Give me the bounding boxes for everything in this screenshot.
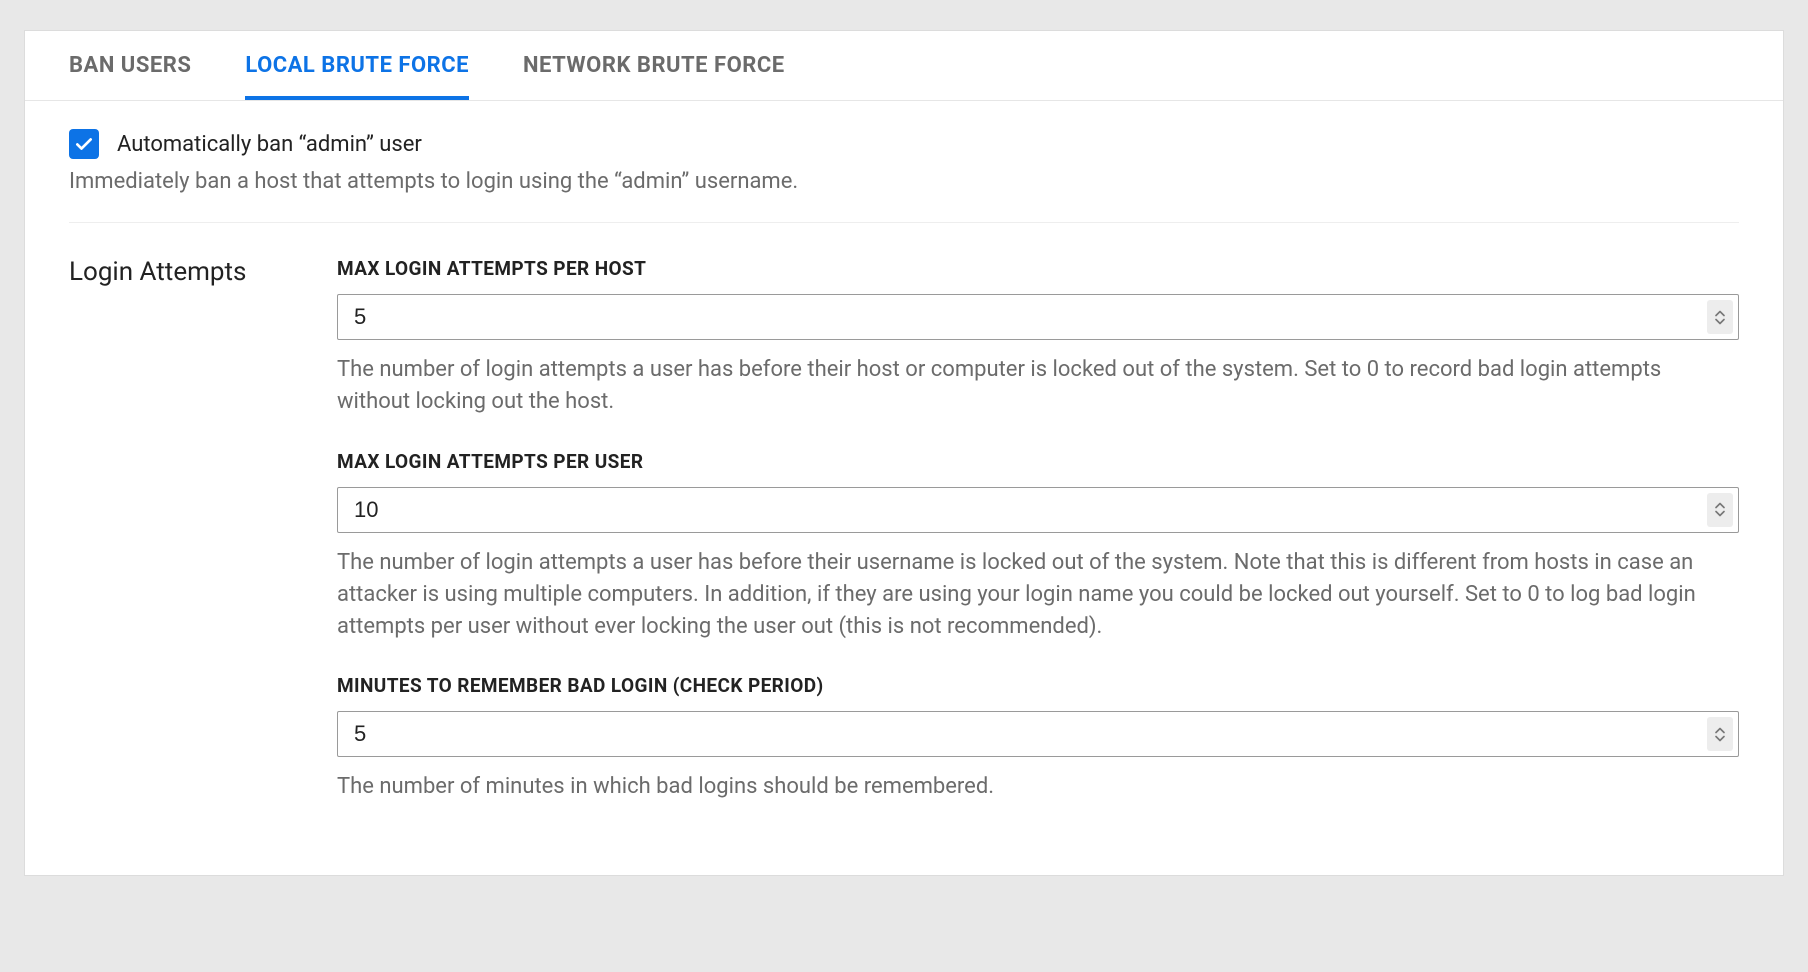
chevron-up-icon: [1715, 502, 1725, 509]
tab-network-brute-force[interactable]: NETWORK BRUTE FORCE: [523, 31, 785, 100]
minutes-remember-input[interactable]: [337, 711, 1739, 757]
stepper-control[interactable]: [1707, 717, 1733, 751]
login-attempts-section: Login Attempts MAX LOGIN ATTEMPTS PER HO…: [69, 257, 1739, 835]
field-description: The number of login attempts a user has …: [337, 547, 1739, 643]
stepper-control[interactable]: [1707, 300, 1733, 334]
auto-ban-label: Automatically ban “admin” user: [117, 132, 422, 157]
field-minutes-remember: MINUTES TO REMEMBER BAD LOGIN (CHECK PER…: [337, 674, 1739, 803]
chevron-down-icon: [1715, 735, 1725, 742]
max-per-host-input[interactable]: [337, 294, 1739, 340]
minutes-remember-stepper: [337, 711, 1739, 757]
divider: [69, 222, 1739, 223]
field-max-per-host: MAX LOGIN ATTEMPTS PER HOST The number o…: [337, 257, 1739, 418]
field-label: MAX LOGIN ATTEMPTS PER USER: [337, 450, 1739, 473]
chevron-up-icon: [1715, 310, 1725, 317]
field-description: The number of login attempts a user has …: [337, 354, 1739, 418]
field-label: MAX LOGIN ATTEMPTS PER HOST: [337, 257, 1739, 280]
tab-content: Automatically ban “admin” user Immediate…: [25, 101, 1783, 875]
max-per-host-stepper: [337, 294, 1739, 340]
chevron-down-icon: [1715, 510, 1725, 517]
max-per-user-input[interactable]: [337, 487, 1739, 533]
field-description: The number of minutes in which bad login…: [337, 771, 1739, 803]
chevron-down-icon: [1715, 318, 1725, 325]
tab-ban-users[interactable]: BAN USERS: [69, 31, 191, 100]
auto-ban-row: Automatically ban “admin” user: [69, 129, 1739, 159]
section-title: Login Attempts: [69, 257, 337, 287]
tabs-row: BAN USERS LOCAL BRUTE FORCE NETWORK BRUT…: [25, 31, 1783, 101]
max-per-user-stepper: [337, 487, 1739, 533]
auto-ban-checkbox[interactable]: [69, 129, 99, 159]
chevron-up-icon: [1715, 727, 1725, 734]
check-icon: [74, 134, 94, 154]
tab-local-brute-force[interactable]: LOCAL BRUTE FORCE: [245, 31, 469, 100]
field-max-per-user: MAX LOGIN ATTEMPTS PER USER The number o…: [337, 450, 1739, 643]
settings-panel: BAN USERS LOCAL BRUTE FORCE NETWORK BRUT…: [24, 30, 1784, 876]
fields-column: MAX LOGIN ATTEMPTS PER HOST The number o…: [337, 257, 1739, 835]
field-label: MINUTES TO REMEMBER BAD LOGIN (CHECK PER…: [337, 674, 1739, 697]
auto-ban-description: Immediately ban a host that attempts to …: [69, 169, 1739, 194]
stepper-control[interactable]: [1707, 493, 1733, 527]
